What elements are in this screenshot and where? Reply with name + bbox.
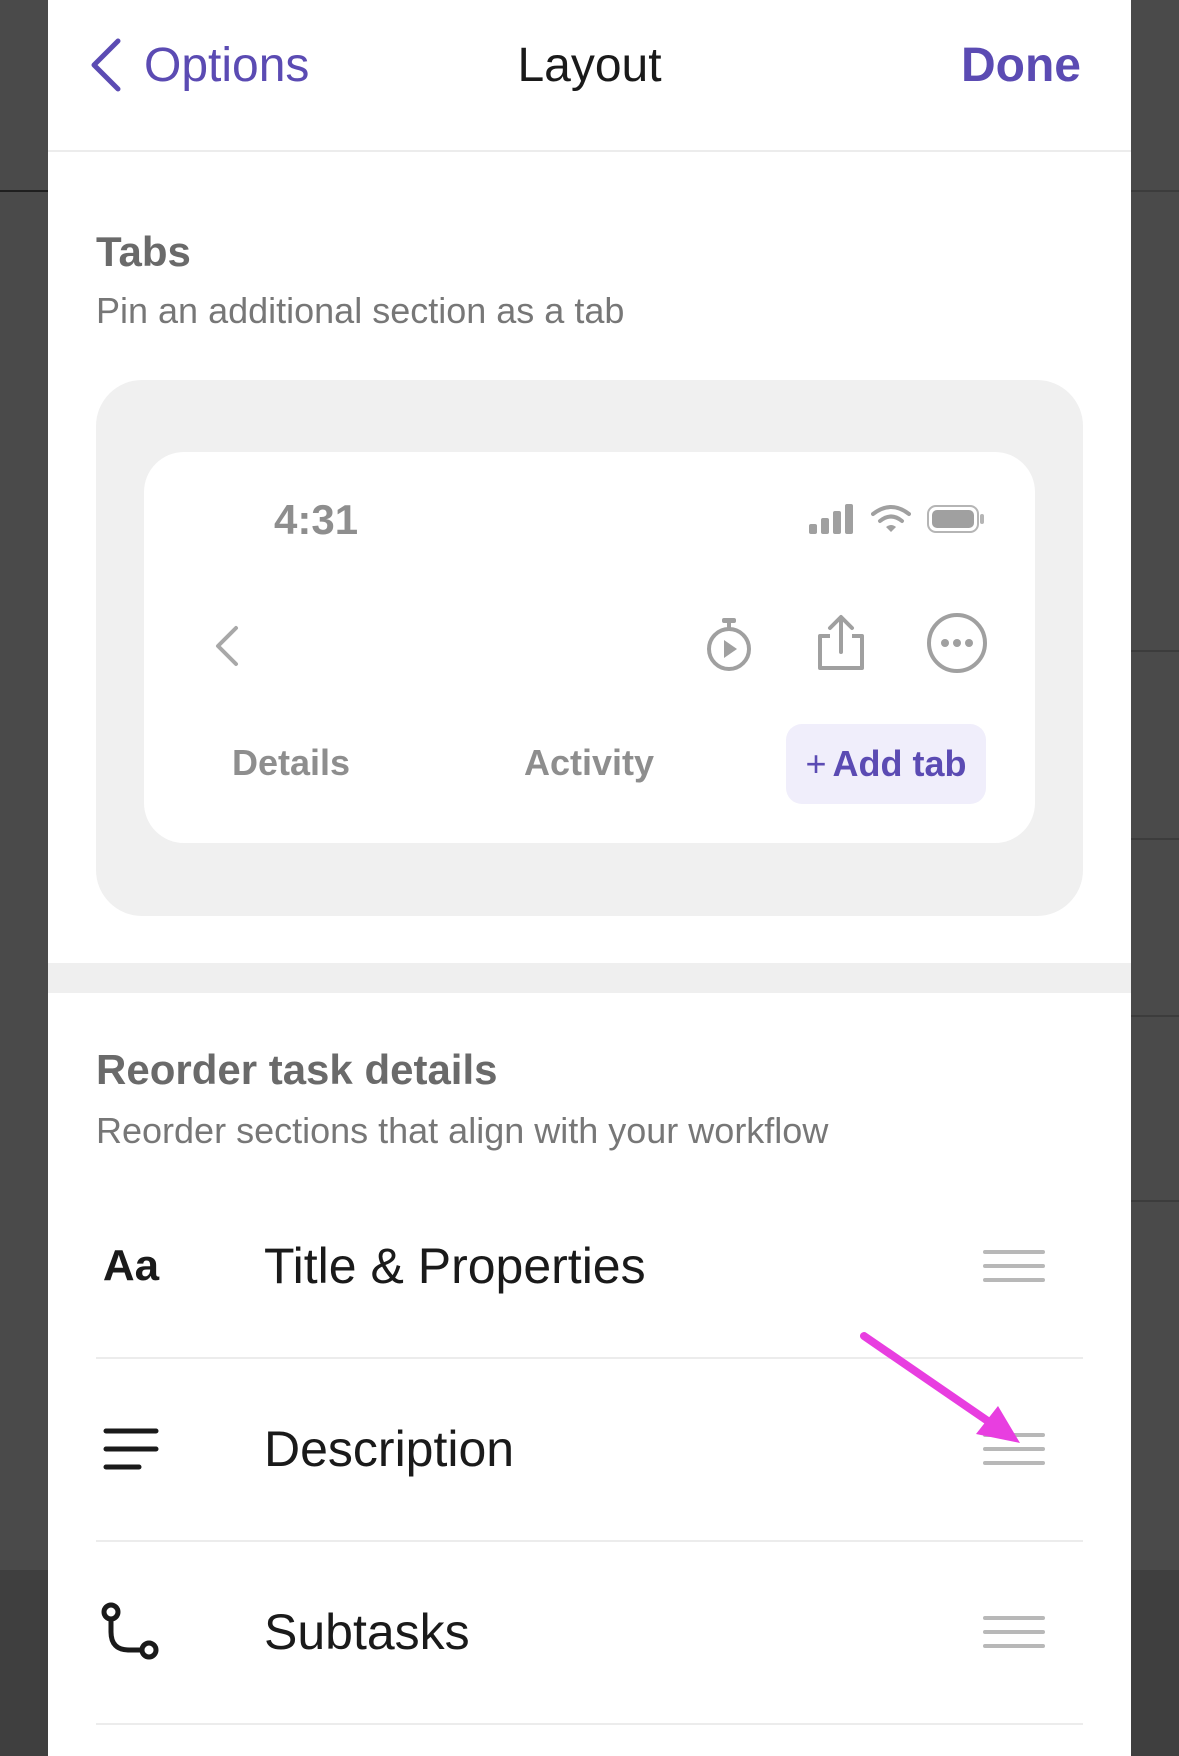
backdrop-rule	[1131, 650, 1179, 652]
preview-tab-activity: Activity	[524, 742, 655, 783]
annotation-arrow-icon	[860, 1332, 1020, 1443]
tabs-section-subtitle: Pin an additional section as a tab	[96, 290, 625, 331]
backdrop-rule	[1131, 190, 1179, 192]
preview-tab-details: Details	[232, 742, 351, 783]
description-lines-icon	[96, 1414, 166, 1484]
backdrop-rule	[1131, 1200, 1179, 1202]
done-button[interactable]: Done	[961, 38, 1081, 93]
preview-back-chevron-icon	[216, 626, 238, 666]
drag-handle-icon[interactable]	[983, 1250, 1045, 1282]
tabs-preview-card: 4:31 Details Activity + Add tab	[144, 452, 1035, 843]
tabs-section-title: Tabs	[96, 228, 191, 275]
reorder-item-label: Title & Properties	[264, 1238, 646, 1294]
add-tab-button[interactable]: + Add tab	[786, 724, 986, 804]
timer-play-icon	[707, 618, 751, 671]
text-format-icon: Aa	[102, 1241, 160, 1290]
backdrop-divider	[0, 190, 48, 192]
wifi-icon	[871, 505, 911, 532]
reorder-section-subtitle: Reorder sections that align with your wo…	[96, 1110, 829, 1151]
reorder-section-title: Reorder task details	[96, 1046, 498, 1093]
backdrop-rule	[1131, 1015, 1179, 1017]
more-icon	[927, 613, 987, 673]
plus-icon: +	[805, 743, 827, 784]
add-tab-label: Add tab	[832, 743, 967, 784]
share-icon	[818, 615, 864, 670]
backdrop-rule	[1131, 838, 1179, 840]
reorder-item-label: Description	[264, 1421, 515, 1477]
reorder-item-subtasks[interactable]: Subtasks	[96, 1541, 1083, 1725]
tabs-preview: 4:31 Details Activity + Add tab	[96, 380, 1083, 916]
preview-status-bar	[809, 504, 985, 534]
battery-icon	[927, 505, 984, 533]
reorder-item-label: Subtasks	[264, 1604, 470, 1660]
navigation-bar: Options Layout Done	[48, 0, 1131, 152]
signal-icon	[809, 504, 853, 534]
drag-handle-icon[interactable]	[983, 1616, 1045, 1648]
layout-sheet: Options Layout Done Tabs Pin an addition…	[48, 0, 1131, 1756]
section-divider	[48, 963, 1131, 993]
preview-time: 4:31	[274, 496, 359, 543]
subtasks-icon	[96, 1597, 166, 1667]
